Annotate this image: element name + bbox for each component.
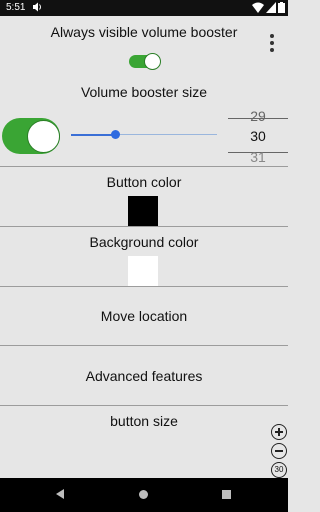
picker-next-value[interactable]: 31	[228, 149, 288, 165]
button-color-swatch[interactable]	[128, 196, 158, 226]
background-color-swatch[interactable]	[128, 256, 158, 286]
divider	[0, 226, 288, 227]
background-color-label: Background color	[89, 234, 199, 250]
slider-handle[interactable]	[111, 130, 120, 139]
button-size-label: button size	[110, 413, 178, 429]
size-toggle[interactable]	[2, 118, 60, 154]
divider	[0, 345, 288, 346]
always-visible-label: Always visible volume booster	[50, 24, 238, 40]
zoom-value-badge: 30	[271, 462, 287, 478]
picker-prev-value[interactable]: 29	[228, 108, 288, 124]
navigation-bar	[0, 478, 288, 512]
button-color-label: Button color	[106, 174, 182, 190]
cell-signal-icon	[266, 2, 276, 13]
move-location-button[interactable]: Move location	[0, 308, 288, 324]
battery-icon	[278, 2, 285, 13]
size-label: Volume booster size	[80, 84, 208, 100]
home-icon[interactable]	[139, 490, 148, 499]
back-icon[interactable]	[56, 489, 64, 499]
size-slider[interactable]	[71, 129, 217, 141]
divider	[0, 286, 288, 287]
volume-icon	[33, 2, 41, 12]
recents-icon[interactable]	[222, 490, 231, 499]
wifi-icon	[252, 2, 264, 13]
status-bar: 5:51	[0, 0, 288, 16]
zoom-in-icon[interactable]	[271, 424, 287, 440]
status-time: 5:51	[6, 2, 26, 13]
overflow-menu-icon[interactable]	[268, 34, 276, 56]
advanced-features-button[interactable]: Advanced features	[0, 368, 288, 384]
zoom-out-icon[interactable]	[271, 443, 287, 459]
divider	[0, 405, 288, 406]
divider	[0, 166, 288, 167]
picker-current-value[interactable]: 30	[228, 128, 288, 144]
size-number-picker[interactable]: 29 30 31	[228, 106, 288, 166]
always-visible-toggle[interactable]	[129, 53, 161, 70]
